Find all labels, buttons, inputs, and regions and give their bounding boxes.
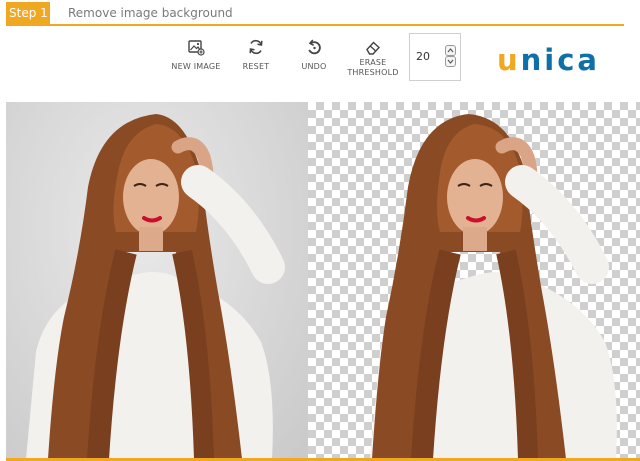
erase-label-line2: THRESHOLD xyxy=(347,68,399,77)
new-image-label: NEW IMAGE xyxy=(171,62,221,71)
undo-button[interactable]: UNDO xyxy=(296,38,332,88)
step-header: Step 1 Remove image background xyxy=(6,2,624,26)
unica-logo: unica xyxy=(497,44,600,76)
undo-label: UNDO xyxy=(301,62,327,71)
step-badge: Step 1 xyxy=(6,2,50,24)
step-title: Remove image background xyxy=(68,6,233,20)
erase-threshold-label: ERASE THRESHOLD xyxy=(344,58,402,78)
erase-label-line1: ERASE xyxy=(359,58,387,67)
new-image-button[interactable]: NEW IMAGE xyxy=(168,38,224,88)
logo-first-letter: u xyxy=(497,43,521,77)
result-image-panel[interactable] xyxy=(308,102,640,459)
threshold-value[interactable]: 20 xyxy=(416,50,430,63)
reset-icon xyxy=(249,39,263,55)
chevron-down-icon xyxy=(447,59,454,64)
chevron-up-icon xyxy=(447,48,454,53)
original-photo xyxy=(26,114,285,459)
erase-threshold-control[interactable]: ERASE THRESHOLD xyxy=(344,38,402,88)
stepper-up-button[interactable] xyxy=(445,45,456,56)
result-photo xyxy=(370,114,617,459)
eraser-icon xyxy=(366,41,380,55)
reset-label: RESET xyxy=(242,62,270,71)
threshold-stepper[interactable]: 20 xyxy=(409,33,461,81)
undo-icon xyxy=(308,39,321,55)
original-image-panel[interactable] xyxy=(6,102,308,459)
logo-rest: nica xyxy=(520,43,601,77)
new-image-icon xyxy=(188,40,205,56)
reset-button[interactable]: RESET xyxy=(236,38,276,88)
stepper-down-button[interactable] xyxy=(445,56,456,67)
